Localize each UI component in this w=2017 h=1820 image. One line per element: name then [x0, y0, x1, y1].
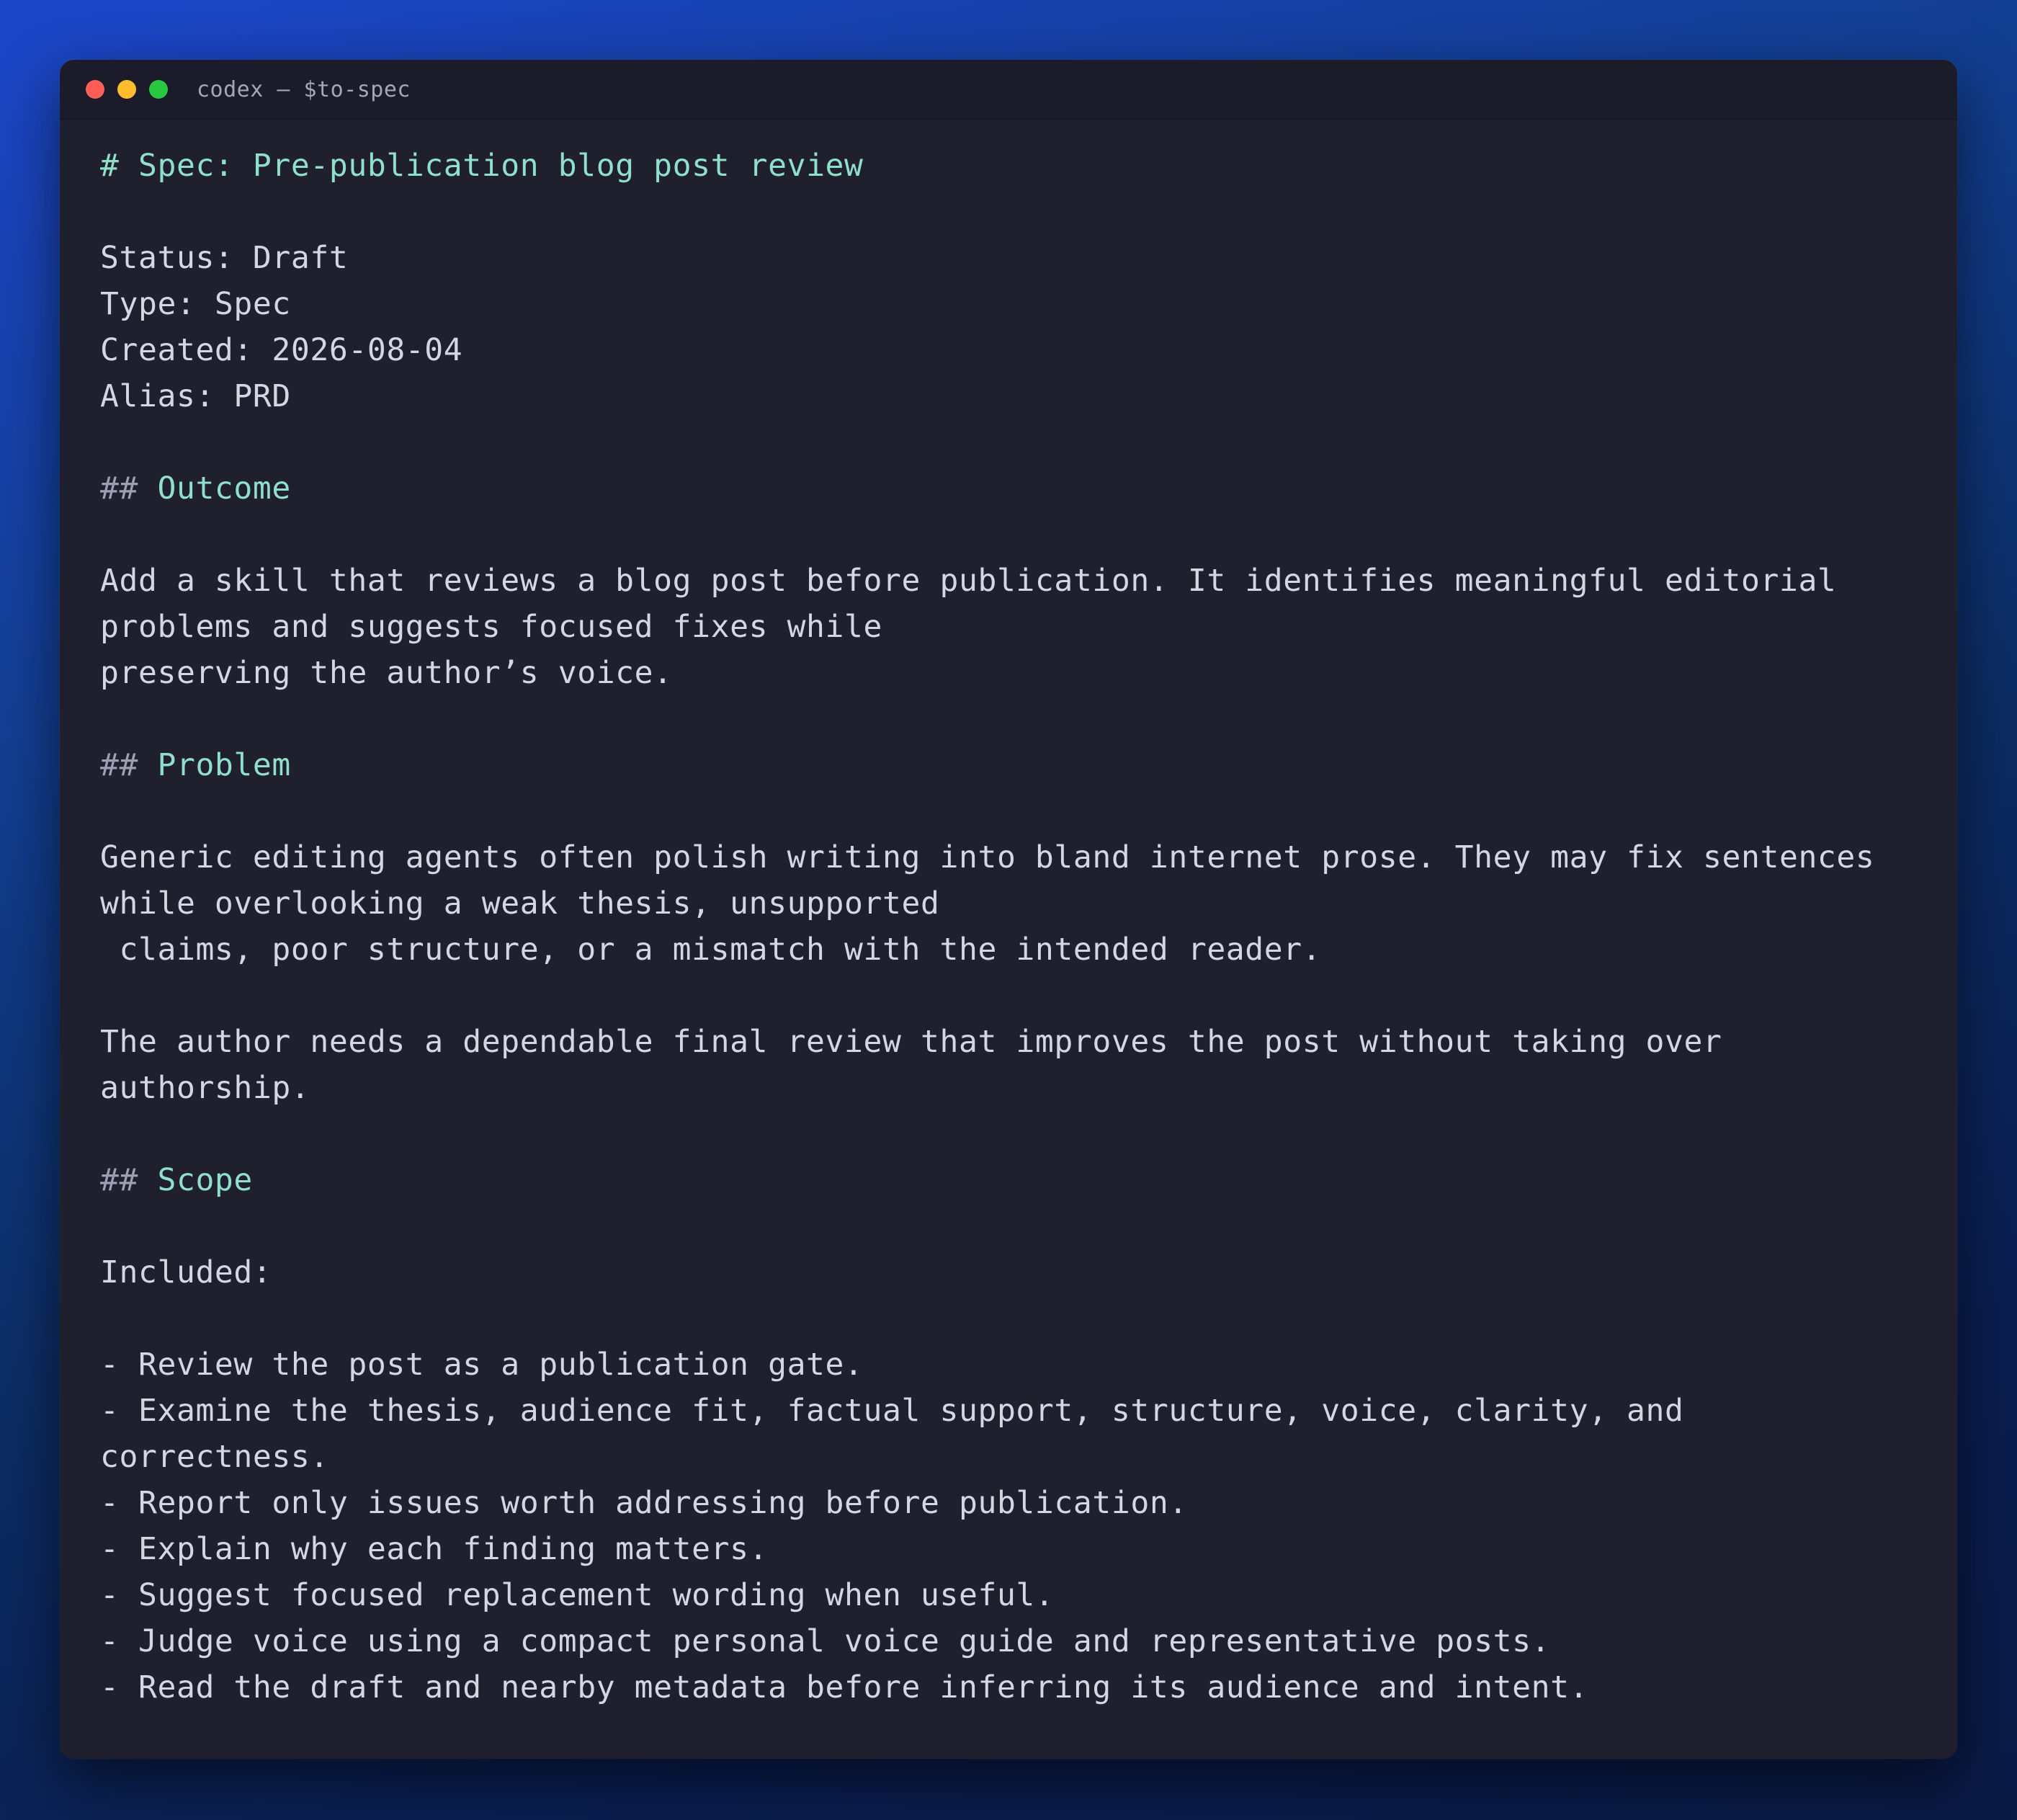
scope-heading: ## Scope [100, 1162, 253, 1198]
type-line: Type: Spec [100, 286, 291, 322]
outcome-heading: ## Outcome [100, 470, 291, 507]
scope-item: - Judge voice using a compact personal v… [100, 1623, 1551, 1659]
problem-heading: ## Problem [100, 747, 291, 783]
minimize-button[interactable] [117, 80, 136, 99]
scope-item: - Report only issues worth addressing be… [100, 1485, 1188, 1521]
outcome-line: Add a skill that reviews a blog post bef… [100, 563, 1837, 599]
problem-line: authorship. [100, 1070, 310, 1106]
problem-line: while overlooking a weak thesis, unsuppo… [100, 886, 940, 922]
title-bar: codex — $to-spec [60, 60, 1957, 120]
included-label: Included: [100, 1254, 272, 1290]
scope-item: - Suggest focused replacement wording wh… [100, 1577, 1055, 1613]
maximize-button[interactable] [149, 80, 168, 99]
problem-line: The author needs a dependable final revi… [100, 1024, 1722, 1060]
status-line: Status: Draft [100, 240, 349, 276]
scope-item: - Review the post as a publication gate. [100, 1347, 864, 1383]
window-title: codex — $to-spec [197, 76, 411, 102]
problem-line: claims, poor structure, or a mismatch wi… [100, 932, 1322, 968]
scope-item: - Explain why each finding matters. [100, 1531, 769, 1567]
scope-item: - Examine the thesis, audience fit, fact… [100, 1393, 1684, 1429]
problem-line: Generic editing agents often polish writ… [100, 839, 1875, 875]
alias-line: Alias: PRD [100, 378, 291, 414]
spec-title: # Spec: Pre-publication blog post review [100, 148, 864, 184]
document-content[interactable]: # Spec: Pre-publication blog post review… [60, 120, 1957, 1710]
outcome-line: preserving the author’s voice. [100, 655, 673, 691]
scope-item: - Read the draft and nearby metadata bef… [100, 1669, 1589, 1705]
terminal-window: codex — $to-spec # Spec: Pre-publication… [60, 60, 1957, 1759]
created-line: Created: 2026-08-04 [100, 332, 463, 368]
close-button[interactable] [86, 80, 104, 99]
scope-item: correctness. [100, 1439, 329, 1475]
outcome-line: problems and suggests focused fixes whil… [100, 609, 883, 645]
